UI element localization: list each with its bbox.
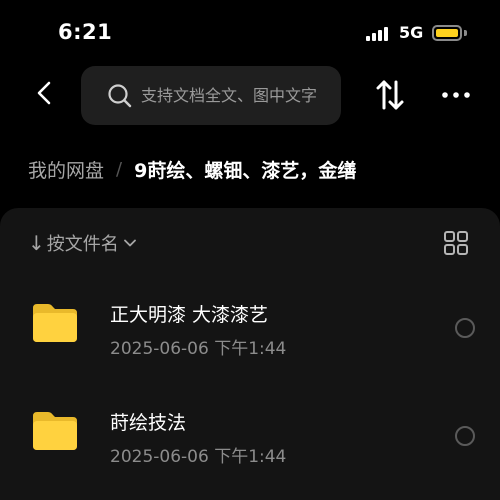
- sort-direction-arrow: ↓: [28, 231, 45, 255]
- back-button[interactable]: [28, 76, 62, 110]
- search-icon: [108, 84, 132, 108]
- chevron-down-icon: [123, 239, 136, 247]
- sort-arrows-icon: [376, 80, 404, 110]
- battery-tip: [464, 30, 467, 36]
- battery-icon: [432, 25, 462, 41]
- breadcrumb-current: 9莳绘、螺钿、漆艺，金缮: [134, 159, 357, 182]
- list-item[interactable]: 莳绘技法 2025-06-06 下午1:44: [0, 408, 500, 500]
- sort-by-name-dropdown[interactable]: ↓ 按文件名: [28, 228, 137, 258]
- sort-button[interactable]: [373, 78, 407, 112]
- search-box[interactable]: [81, 66, 341, 125]
- file-timestamp: 2025-06-06 下午1:44: [110, 447, 287, 467]
- select-radio[interactable]: [455, 318, 475, 338]
- file-timestamp: 2025-06-06 下午1:44: [110, 339, 287, 359]
- grid-view-button[interactable]: [443, 230, 469, 256]
- breadcrumb: 我的网盘 / 9莳绘、螺钿、漆艺，金缮: [28, 154, 356, 184]
- list-item[interactable]: 正大明漆 大漆漆艺 2025-06-06 下午1:44: [0, 300, 500, 400]
- select-radio[interactable]: [455, 426, 475, 446]
- file-list-panel: ↓ 按文件名 正大明漆 大漆漆艺 2025-06-06 下午1:44 莳绘技法 …: [0, 208, 500, 500]
- search-input[interactable]: [141, 66, 341, 125]
- battery-level: [436, 29, 458, 37]
- signal-strength-icon: [366, 27, 388, 41]
- breadcrumb-root[interactable]: 我的网盘: [28, 156, 104, 183]
- nav-bar: [0, 64, 500, 126]
- status-bar: 6:21 5G: [0, 0, 500, 64]
- grid-view-icon: [444, 231, 468, 255]
- network-type: 5G: [399, 23, 424, 42]
- chevron-left-icon: [37, 81, 51, 105]
- file-name: 莳绘技法: [110, 412, 187, 434]
- breadcrumb-separator: /: [116, 158, 123, 180]
- folder-icon: [33, 304, 77, 342]
- file-name: 正大明漆 大漆漆艺: [110, 304, 269, 326]
- status-time: 6:21: [58, 20, 113, 44]
- folder-icon: [33, 412, 77, 450]
- more-button[interactable]: [440, 78, 474, 112]
- sort-label: 按文件名: [46, 234, 119, 255]
- more-dots-icon: [442, 92, 470, 98]
